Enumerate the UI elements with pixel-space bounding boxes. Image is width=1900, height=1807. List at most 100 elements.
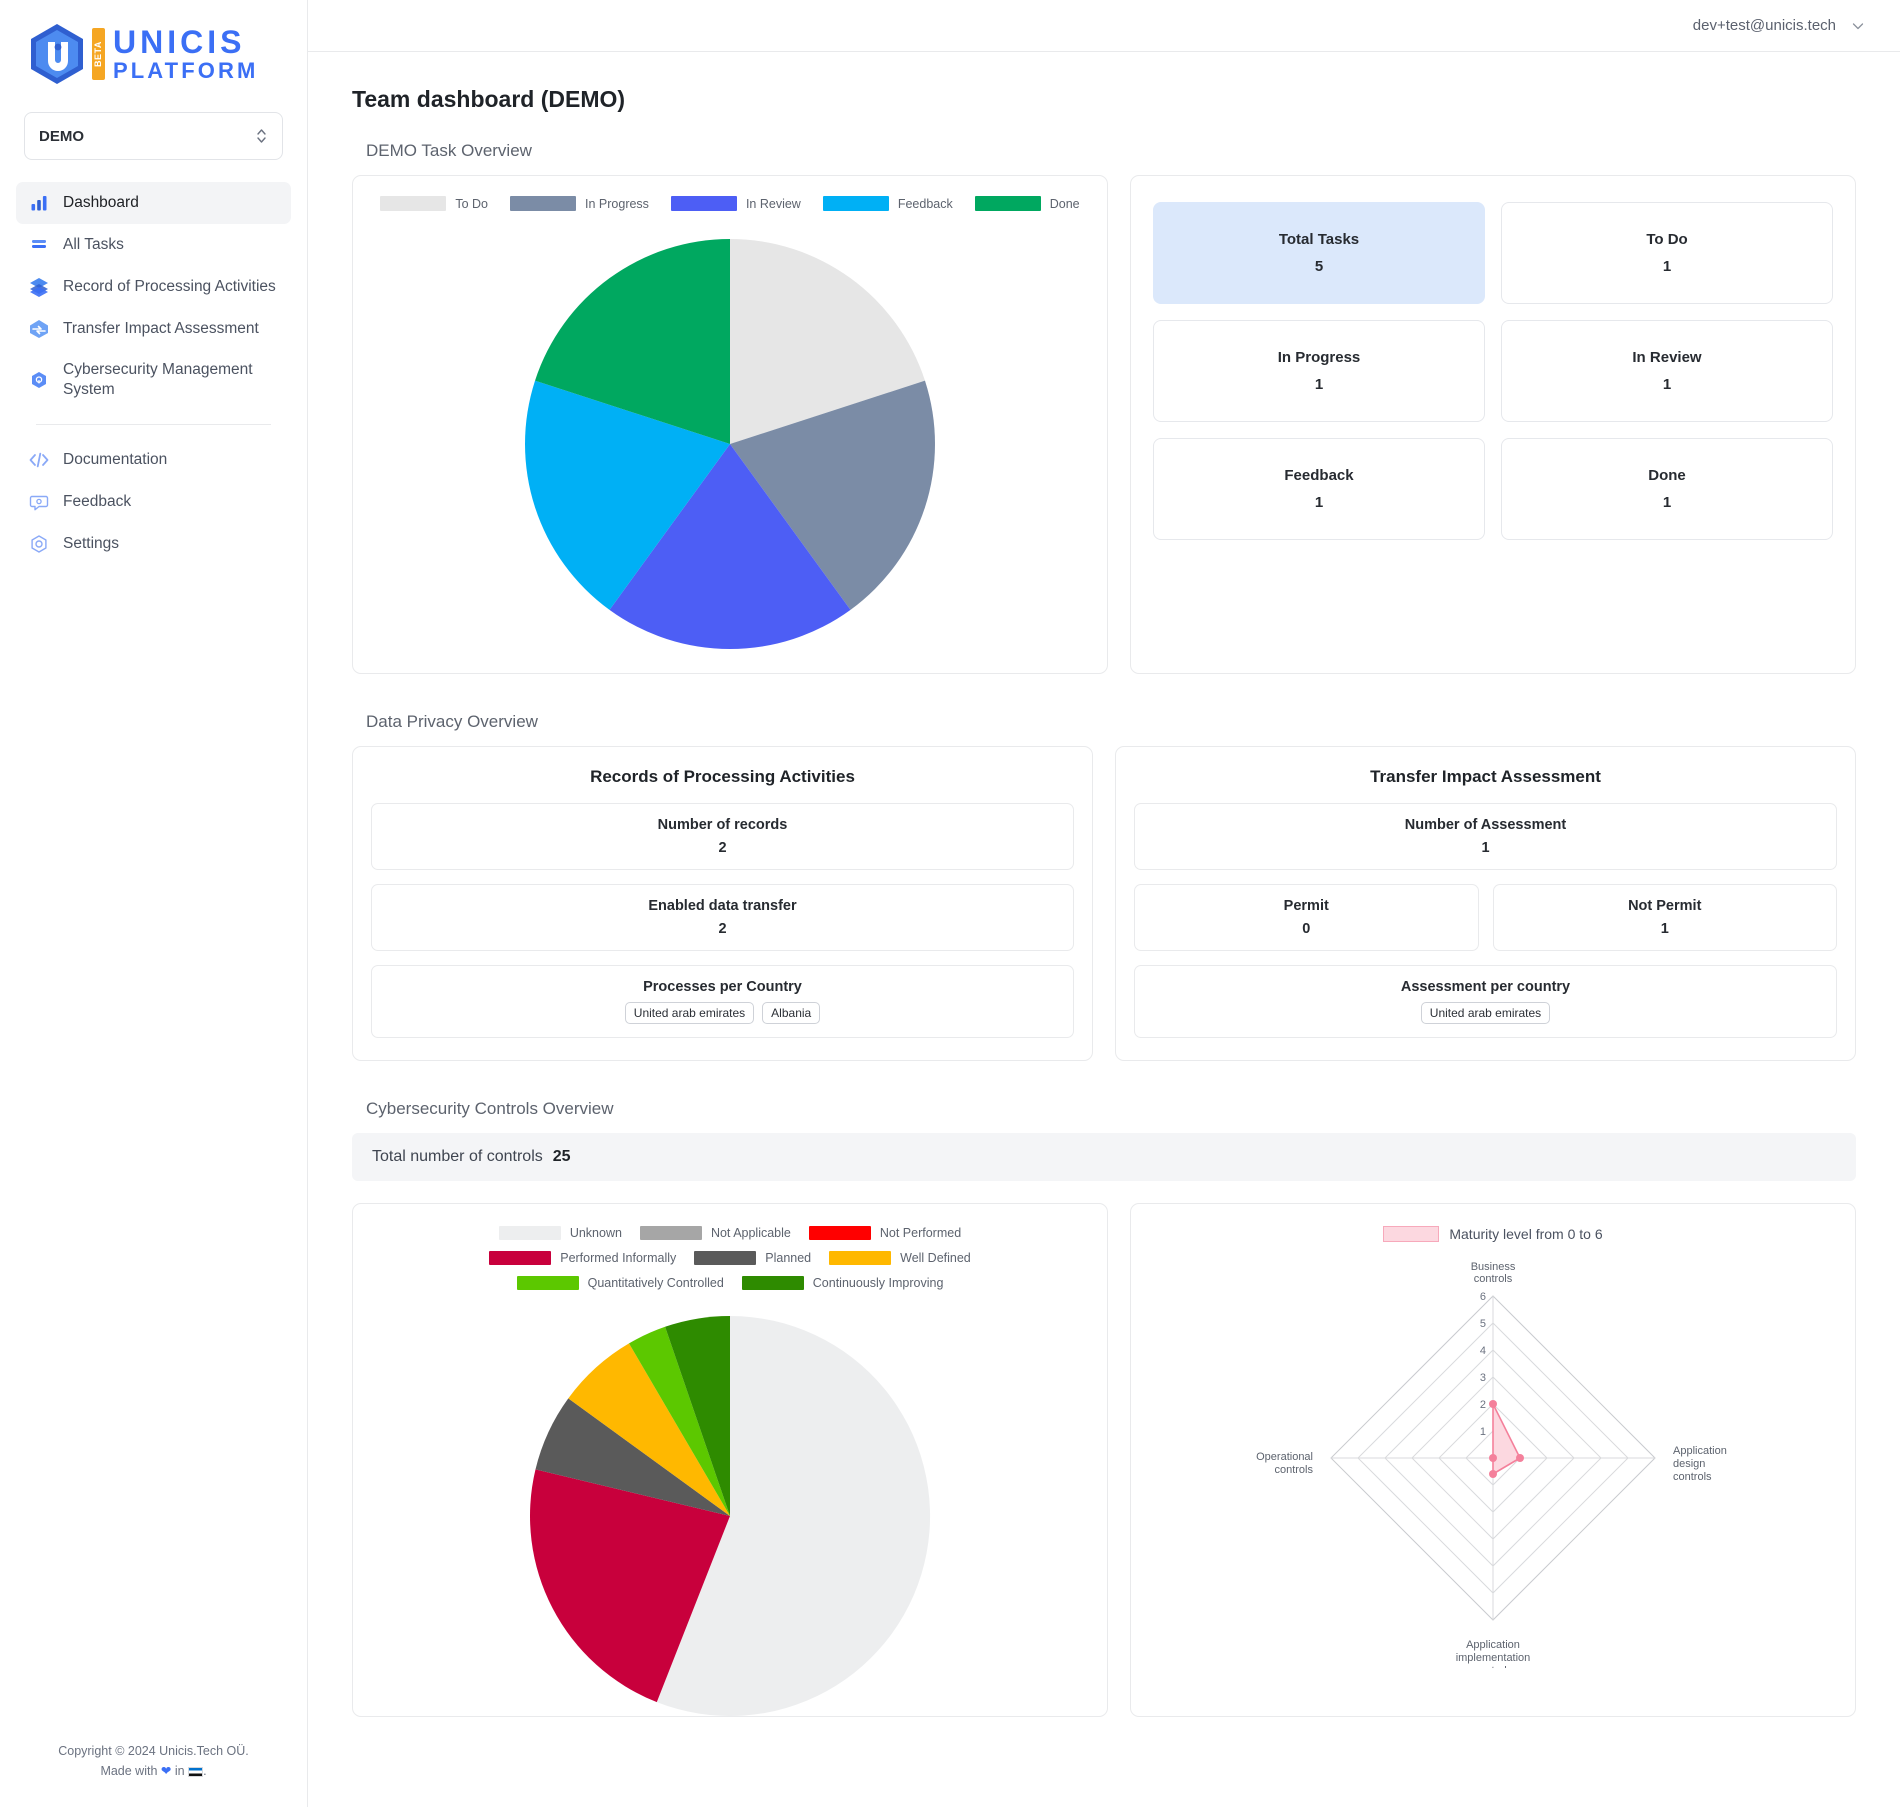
stat-card-in-progress[interactable]: In Progress 1 — [1153, 320, 1485, 422]
sidebar-item-all-tasks[interactable]: All Tasks — [16, 224, 291, 266]
metric-value: 2 — [718, 840, 727, 856]
stat-label: In Progress — [1277, 349, 1361, 366]
metric-assessment-per-country[interactable]: Assessment per country United arab emira… — [1134, 965, 1837, 1038]
section-title-cybersecurity: Cybersecurity Controls Overview — [366, 1099, 614, 1118]
legend-item[interactable]: Continuously Improving — [741, 1276, 943, 1290]
legend-item[interactable]: Performed Informally — [489, 1251, 676, 1265]
metric-number-of-records[interactable]: Number of records 2 — [371, 803, 1074, 870]
app-root: BETA UNICIS PLATFORM DEMO Dashboard All … — [0, 0, 1900, 1807]
metric-label: Permit — [1283, 898, 1329, 914]
country-chip[interactable]: United arab emirates — [1420, 1002, 1551, 1024]
app-logo[interactable]: BETA UNICIS PLATFORM — [0, 0, 307, 86]
svg-text:2: 2 — [1480, 1399, 1486, 1411]
legend-label: Maturity level from 0 to 6 — [1449, 1226, 1603, 1242]
total-controls-bar: Total number of controls 25 — [352, 1133, 1856, 1181]
stat-value: 1 — [1662, 258, 1672, 275]
sidebar-item-label: Documentation — [63, 451, 168, 469]
made-with-prefix: Made with — [100, 1764, 161, 1778]
legend-item[interactable]: In Progress — [510, 196, 649, 211]
transfer-impact-assessment-card: Transfer Impact Assessment Number of Ass… — [1115, 746, 1856, 1061]
sidebar-item-label: Feedback — [63, 493, 132, 511]
stat-label: To Do — [1646, 231, 1688, 248]
legend-item[interactable]: Well Defined — [829, 1251, 971, 1265]
legend-label: In Review — [745, 196, 801, 211]
unicis-hexagon-logo-icon — [28, 22, 86, 86]
sidebar-item-feedback[interactable]: Feedback — [16, 481, 291, 523]
metric-processes-per-country[interactable]: Processes per Country United arab emirat… — [371, 965, 1074, 1038]
cybersecurity-pie-legend: Unknown Not Applicable Not Performed Per… — [385, 1226, 1075, 1290]
legend-item[interactable]: Done — [974, 196, 1080, 211]
stat-card-feedback[interactable]: Feedback 1 — [1153, 438, 1485, 540]
stat-card-in-review[interactable]: In Review 1 — [1501, 320, 1833, 422]
legend-label: Feedback — [897, 196, 953, 211]
sidebar-item-settings[interactable]: Settings — [16, 523, 291, 565]
country-chip-list: United arab emirates Albania — [624, 1002, 821, 1024]
sidebar-item-documentation[interactable]: Documentation — [16, 439, 291, 481]
radar-legend[interactable]: Maturity level from 0 to 6 — [1383, 1226, 1603, 1242]
metric-value: 2 — [718, 921, 727, 937]
metric-permit[interactable]: Permit 0 — [1134, 884, 1479, 951]
metric-label: Number of records — [657, 817, 788, 833]
primary-navigation: Dashboard All Tasks Record of Processing… — [0, 182, 307, 565]
svg-text:controls: controls — [1474, 1665, 1513, 1668]
logo-line-2: PLATFORM — [113, 57, 259, 83]
legend-label: To Do — [455, 196, 489, 211]
metric-label: Assessment per country — [1400, 979, 1571, 995]
country-chip[interactable]: United arab emirates — [624, 1002, 755, 1024]
cybersecurity-pie-chart[interactable] — [515, 1316, 945, 1716]
cybersecurity-pie-card: Unknown Not Applicable Not Performed Per… — [352, 1203, 1108, 1717]
legend-item[interactable]: Planned — [694, 1251, 811, 1265]
legend-item[interactable]: Not Performed — [808, 1226, 961, 1240]
legend-item[interactable]: In Review — [670, 196, 801, 211]
legend-swatch — [670, 196, 737, 211]
svg-text:1: 1 — [1480, 1426, 1486, 1438]
chat-bubble-icon — [28, 491, 50, 513]
made-with-middle: in — [171, 1764, 189, 1778]
metric-enabled-data-transfer[interactable]: Enabled data transfer 2 — [371, 884, 1074, 951]
legend-swatch — [829, 1251, 892, 1265]
heart-icon: ❤ — [160, 1764, 172, 1778]
sidebar-item-cybersecurity-management-system[interactable]: Cybersecurity Management System — [16, 350, 291, 410]
metric-number-of-assessment[interactable]: Number of Assessment 1 — [1134, 803, 1837, 870]
sidebar-item-transfer-impact-assessment[interactable]: Transfer Impact Assessment — [16, 308, 291, 350]
card-title: Records of Processing Activities — [590, 767, 855, 786]
team-selector[interactable]: DEMO — [24, 112, 283, 160]
section-title-task-overview: DEMO Task Overview — [366, 141, 532, 160]
stat-card-total-tasks[interactable]: Total Tasks 5 — [1153, 202, 1485, 304]
legend-item[interactable]: Quantitatively Controlled — [516, 1276, 724, 1290]
maturity-radar-chart[interactable]: 6 5 4 3 2 1 Business controls Applicatio… — [1183, 1248, 1803, 1668]
legend-swatch — [974, 196, 1041, 211]
svg-text:Operational: Operational — [1256, 1451, 1313, 1463]
chevron-down-icon[interactable] — [1850, 18, 1866, 34]
country-chip[interactable]: Albania — [762, 1002, 821, 1024]
legend-swatch — [694, 1251, 757, 1265]
svg-text:3: 3 — [1480, 1372, 1486, 1384]
task-pie-chart[interactable] — [515, 229, 945, 659]
legend-label: Done — [1049, 196, 1080, 211]
svg-text:5: 5 — [1480, 1318, 1486, 1330]
data-privacy-row: Records of Processing Activities Number … — [352, 746, 1856, 1061]
sidebar-item-label: Cybersecurity Management System — [63, 361, 253, 399]
stat-label: Done — [1648, 467, 1686, 484]
sidebar-item-label: Dashboard — [63, 193, 139, 211]
beta-badge: BETA — [92, 28, 105, 80]
svg-text:controls: controls — [1673, 1471, 1712, 1483]
legend-item[interactable]: Unknown — [498, 1226, 622, 1240]
metric-value: 1 — [1660, 921, 1669, 937]
sidebar-item-record-of-processing-activities[interactable]: Record of Processing Activities — [16, 266, 291, 308]
legend-swatch — [516, 1276, 579, 1290]
metric-value: 0 — [1302, 921, 1311, 937]
metric-not-permit[interactable]: Not Permit 1 — [1492, 884, 1837, 951]
svg-text:Application: Application — [1673, 1445, 1727, 1457]
legend-label: Not Applicable — [710, 1226, 791, 1240]
sidebar-item-dashboard[interactable]: Dashboard — [16, 182, 291, 224]
legend-item[interactable]: Not Applicable — [639, 1226, 791, 1240]
metric-label: Processes per Country — [643, 979, 802, 995]
logo-wordmark: UNICIS PLATFORM — [113, 26, 258, 82]
stat-card-to-do[interactable]: To Do 1 — [1501, 202, 1833, 304]
legend-label: Performed Informally — [560, 1251, 677, 1265]
stat-card-done[interactable]: Done 1 — [1501, 438, 1833, 540]
legend-item[interactable]: To Do — [380, 196, 488, 211]
legend-item[interactable]: Feedback — [822, 196, 953, 211]
maturity-radar-card: Maturity level from 0 to 6 6 5 4 3 2 1 B… — [1130, 1203, 1856, 1717]
